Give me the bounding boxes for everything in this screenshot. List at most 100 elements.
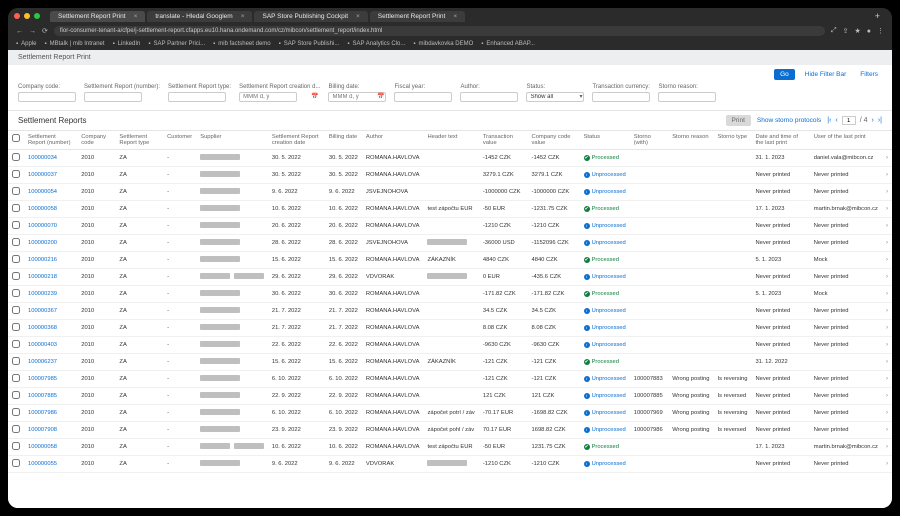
row-checkbox[interactable] xyxy=(12,272,20,280)
chevron-right-icon[interactable]: › xyxy=(886,257,888,263)
chevron-right-icon[interactable]: › xyxy=(886,376,888,382)
table-row[interactable]: 1000000552010ZA-9. 6. 20229. 6. 2022VDVO… xyxy=(8,456,892,473)
browser-tab[interactable]: Settlement Report Print× xyxy=(370,11,465,22)
chevron-right-icon[interactable]: › xyxy=(886,223,888,229)
pager-last-icon[interactable]: ›| xyxy=(878,117,882,124)
table-row[interactable]: 1000004032010ZA-22. 6. 202222. 6. 2022RO… xyxy=(8,337,892,354)
filter-input[interactable] xyxy=(239,92,297,102)
bookmark-item[interactable]: ▪Apple xyxy=(16,41,37,47)
column-header[interactable] xyxy=(8,131,24,150)
filter-input[interactable] xyxy=(394,92,452,102)
report-number-link[interactable]: 100006237 xyxy=(28,359,57,365)
tab-close-icon[interactable]: × xyxy=(453,13,457,20)
new-tab-button[interactable]: + xyxy=(869,11,886,21)
column-header[interactable]: Company code value xyxy=(528,131,580,150)
column-header[interactable]: Status xyxy=(580,131,630,150)
back-button[interactable]: ← xyxy=(16,28,23,35)
column-header[interactable]: Storno reason xyxy=(668,131,713,150)
column-header[interactable]: Billing date xyxy=(325,131,362,150)
chevron-right-icon[interactable]: › xyxy=(886,240,888,246)
column-header[interactable]: Author xyxy=(362,131,424,150)
report-number-link[interactable]: 100007908 xyxy=(28,427,57,433)
bookmark-item[interactable]: ▪SAP Partner Prici... xyxy=(148,41,205,47)
column-header[interactable]: Customer xyxy=(163,131,196,150)
filter-input[interactable] xyxy=(18,92,76,102)
table-row[interactable]: 1000000702010ZA-20. 6. 202220. 6. 2022RO… xyxy=(8,218,892,235)
table-row[interactable]: 1000003682010ZA-21. 7. 202221. 7. 2022RO… xyxy=(8,320,892,337)
chevron-right-icon[interactable]: › xyxy=(886,410,888,416)
report-number-link[interactable]: 100000200 xyxy=(28,240,57,246)
row-checkbox[interactable] xyxy=(12,323,20,331)
report-number-link[interactable]: 100000055 xyxy=(28,461,57,467)
table-row[interactable]: 1000079082010ZA-23. 9. 202223. 9. 2022RO… xyxy=(8,422,892,439)
table-row[interactable]: 1000062372010ZA-15. 6. 202215. 6. 2022RO… xyxy=(8,354,892,371)
column-header[interactable]: Date and time of the last print xyxy=(751,131,809,150)
maximize-dot[interactable] xyxy=(34,13,40,19)
column-header[interactable]: Storno (with) xyxy=(630,131,668,150)
bookmark-item[interactable]: ▪mibdavkovka DEMO xyxy=(413,41,473,47)
reload-button[interactable]: ⟳ xyxy=(42,27,48,35)
filters-link[interactable]: Filters xyxy=(856,69,882,80)
row-checkbox[interactable] xyxy=(12,255,20,263)
bookmark-item[interactable]: ▪mib factsheet demo xyxy=(213,41,271,47)
bookmark-item[interactable]: ▪SAP Analytics Clo... xyxy=(347,41,405,47)
row-checkbox[interactable] xyxy=(12,204,20,212)
chevron-right-icon[interactable]: › xyxy=(886,325,888,331)
column-header[interactable]: User of the last print xyxy=(810,131,882,150)
share-icon[interactable]: ⇪ xyxy=(843,27,849,35)
select-all-checkbox[interactable] xyxy=(12,134,20,142)
table-row[interactable]: 1000002002010ZA-28. 6. 202228. 6. 2022JS… xyxy=(8,235,892,252)
extensions-icon[interactable]: ⤢ xyxy=(831,27,837,35)
chevron-right-icon[interactable]: › xyxy=(886,444,888,450)
filter-input[interactable] xyxy=(592,92,650,102)
row-checkbox[interactable] xyxy=(12,340,20,348)
profile-icon[interactable]: ● xyxy=(867,28,871,35)
table-row[interactable]: 1000000372010ZA-30. 5. 202230. 5. 2022RO… xyxy=(8,167,892,184)
row-checkbox[interactable] xyxy=(12,391,20,399)
table-row[interactable]: 1000000542010ZA-9. 6. 20229. 6. 2022JSVE… xyxy=(8,184,892,201)
report-number-link[interactable]: 100000070 xyxy=(28,223,57,229)
browser-tab[interactable]: Settlement Report Print× xyxy=(50,11,145,22)
table-row[interactable]: 1000078852010ZA-22. 9. 202222. 9. 2022RO… xyxy=(8,388,892,405)
address-bar[interactable]: fior-consumer-tenant-a/cfpe/j-settlement… xyxy=(54,26,825,36)
bookmark-icon[interactable]: ★ xyxy=(854,27,860,35)
chevron-right-icon[interactable]: › xyxy=(886,342,888,348)
chevron-right-icon[interactable]: › xyxy=(886,291,888,297)
table-row[interactable]: 1000000582010ZA- 10. 6. 202210. 6. 2022R… xyxy=(8,439,892,456)
report-number-link[interactable]: 100000218 xyxy=(28,274,57,280)
column-header[interactable]: Storno type xyxy=(713,131,751,150)
filter-input[interactable] xyxy=(460,92,518,102)
report-number-link[interactable]: 100000058 xyxy=(28,444,57,450)
chevron-right-icon[interactable]: › xyxy=(886,393,888,399)
report-number-link[interactable]: 100000034 xyxy=(28,155,57,161)
chevron-right-icon[interactable]: › xyxy=(886,206,888,212)
chevron-right-icon[interactable]: › xyxy=(886,461,888,467)
minimize-dot[interactable] xyxy=(24,13,30,19)
report-number-link[interactable]: 100007885 xyxy=(28,393,57,399)
report-number-link[interactable]: 100000216 xyxy=(28,257,57,263)
report-number-link[interactable]: 100000054 xyxy=(28,189,57,195)
report-number-link[interactable]: 100007986 xyxy=(28,410,57,416)
menu-icon[interactable]: ⋮ xyxy=(877,27,884,35)
column-header[interactable]: Settlement Report type xyxy=(115,131,163,150)
table-row[interactable]: 1000002182010ZA- 29. 6. 202229. 6. 2022V… xyxy=(8,269,892,286)
table-row[interactable]: 1000079852010ZA-6. 10. 20226. 10. 2022RO… xyxy=(8,371,892,388)
bookmark-item[interactable]: ▪LinkedIn xyxy=(113,41,141,47)
report-number-link[interactable]: 100000367 xyxy=(28,308,57,314)
row-checkbox[interactable] xyxy=(12,306,20,314)
table-row[interactable]: 1000000582010ZA-10. 6. 202210. 6. 2022RO… xyxy=(8,201,892,218)
row-checkbox[interactable] xyxy=(12,459,20,467)
go-button[interactable]: Go xyxy=(774,69,795,80)
pager-prev-icon[interactable]: ‹ xyxy=(835,117,837,124)
report-number-link[interactable]: 100000239 xyxy=(28,291,57,297)
pager-current-input[interactable] xyxy=(842,116,856,125)
chevron-right-icon[interactable]: › xyxy=(886,359,888,365)
filter-input[interactable] xyxy=(168,92,226,102)
tab-close-icon[interactable]: × xyxy=(241,13,245,20)
bookmark-item[interactable]: ▪MBtalk | mib Intranet xyxy=(45,41,105,47)
chevron-right-icon[interactable]: › xyxy=(886,274,888,280)
bookmark-item[interactable]: ▪Enhanced ABAP... xyxy=(481,41,535,47)
column-header[interactable]: Transaction value xyxy=(479,131,528,150)
chevron-right-icon[interactable]: › xyxy=(886,155,888,161)
row-checkbox[interactable] xyxy=(12,374,20,382)
